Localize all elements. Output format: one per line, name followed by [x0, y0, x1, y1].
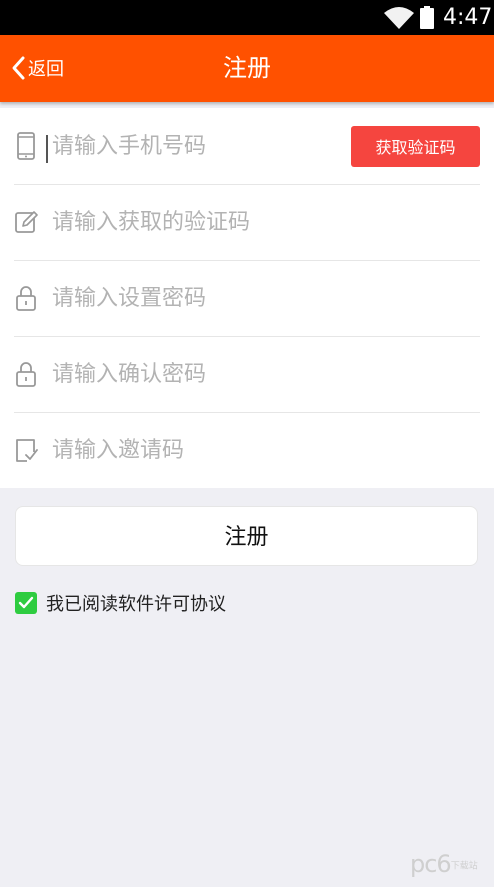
battery-icon — [420, 6, 434, 29]
edit-icon — [14, 207, 38, 237]
status-bar: 4:47 — [0, 0, 494, 35]
status-time: 4:47 — [443, 5, 493, 30]
phone-input[interactable] — [52, 133, 332, 159]
watermark-text: pc6 — [410, 850, 452, 878]
lock-icon — [14, 283, 38, 313]
password-row — [14, 260, 480, 336]
text-cursor — [46, 135, 48, 163]
confirm-password-input[interactable] — [52, 361, 332, 387]
wifi-icon — [384, 7, 414, 29]
nav-bar: 返回 注册 — [0, 35, 494, 102]
confirm-password-row — [14, 336, 480, 412]
watermark-small: 下载站 — [450, 861, 478, 872]
invite-icon — [14, 435, 38, 465]
get-code-button[interactable]: 获取验证码 — [351, 126, 480, 167]
agreement-label: 我已阅读软件许可协议 — [46, 594, 226, 615]
checkbox-checked-icon — [15, 592, 37, 614]
register-button[interactable]: 注册 — [15, 506, 478, 566]
page-title: 注册 — [223, 54, 271, 82]
agreement-checkbox[interactable]: 我已阅读软件许可协议 — [15, 590, 226, 616]
phone-icon — [14, 131, 38, 161]
code-input[interactable] — [52, 209, 332, 235]
code-row — [14, 184, 480, 260]
password-input[interactable] — [52, 285, 332, 311]
lock-icon — [14, 359, 38, 389]
invite-code-input[interactable] — [52, 437, 332, 463]
invite-row — [14, 412, 480, 488]
watermark: pc6下载站 — [410, 850, 478, 878]
